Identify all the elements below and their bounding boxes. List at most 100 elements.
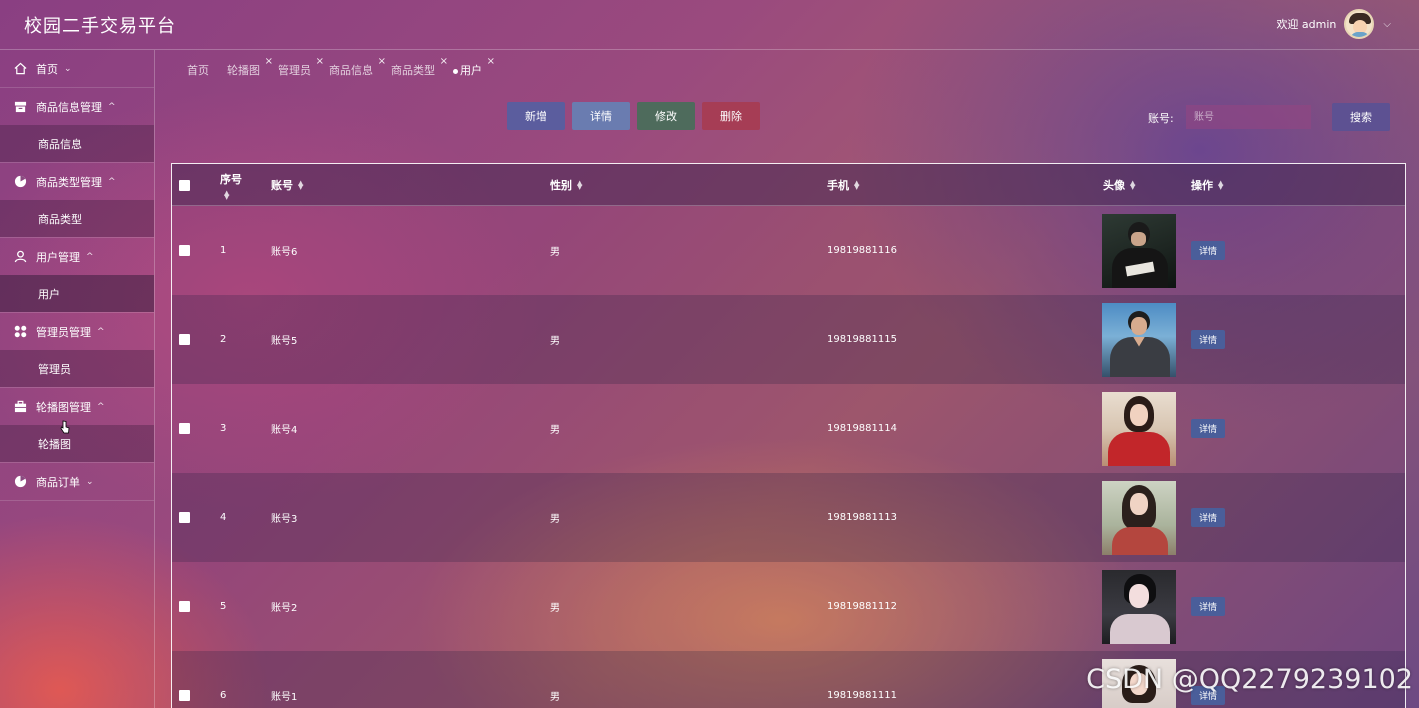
tab-admin[interactable]: 管理员 × [278, 56, 324, 78]
tab-home[interactable]: 首页 [187, 62, 209, 78]
sort-icon[interactable]: ▲ ▼ [1218, 180, 1223, 191]
column-header[interactable]: 账号 ▲ ▼ [271, 164, 303, 206]
user-avatar[interactable] [1344, 9, 1375, 39]
table-row[interactable]: 2 账号5 男 19819881115 详情 [172, 295, 1405, 384]
row-gender: 男 [550, 692, 560, 703]
row-checkbox[interactable] [179, 651, 190, 708]
menu-group-orders: 商品订单 ⌄ [0, 463, 154, 501]
row-checkbox[interactable] [179, 384, 190, 473]
sidebar-subitem-goods-type[interactable]: 商品类型 [0, 200, 154, 237]
sidebar-item-label: 首页 [36, 62, 58, 76]
row-phone: 19819881113 [827, 512, 897, 523]
row-checkbox[interactable] [179, 473, 190, 562]
menu-group-goods-type: 商品类型管理 ^ 商品类型 [0, 163, 154, 238]
user-menu[interactable]: 欢迎 admin ⌵ [1276, 9, 1391, 39]
add-button[interactable]: 新增 [507, 102, 565, 130]
row-account: 账号3 [271, 514, 298, 525]
close-icon[interactable]: × [316, 56, 324, 67]
row-checkbox[interactable] [179, 206, 190, 295]
sidebar-subitem-admin[interactable]: 管理员 [0, 350, 154, 387]
user-table: 序号 ▲ ▼ 账号 ▲ ▼ 性别 ▲ ▼ 手机 ▲ ▼ 头像 ▲ ▼ 操作 ▲ ▼ 1 账号6 男 1… [171, 163, 1406, 708]
table-row[interactable]: 1 账号6 男 19819881116 详情 [172, 206, 1405, 295]
pie-icon [14, 475, 27, 488]
chevron-up-icon: ^ [97, 326, 105, 337]
row-index: 1 [220, 245, 227, 256]
tab-carousel[interactable]: 轮播图 × [227, 56, 273, 78]
column-header[interactable]: 序号 ▲ ▼ [220, 164, 242, 206]
close-icon[interactable]: × [378, 56, 386, 67]
sidebar-item-goods-management[interactable]: 商品信息管理 ^ [0, 88, 154, 125]
column-header[interactable]: 性别 ▲ ▼ [550, 164, 582, 206]
chevron-down-icon[interactable]: ⌵ [1383, 19, 1391, 30]
sidebar-item-orders[interactable]: 商品订单 ⌄ [0, 463, 154, 500]
search-input[interactable] [1186, 105, 1311, 129]
row-detail-label: 详情 [1191, 508, 1226, 527]
row-detail-label: 详情 [1191, 419, 1226, 438]
row-detail-button[interactable]: 详情 [1191, 384, 1226, 473]
table-row[interactable]: 3 账号4 男 19819881114 详情 [172, 384, 1405, 473]
menu-group-admin: 管理员管理 ^ 管理员 [0, 313, 154, 388]
close-icon[interactable]: × [265, 56, 273, 67]
tab-goods[interactable]: 商品信息 × [329, 56, 386, 78]
home-icon [14, 62, 27, 75]
sort-icon[interactable]: ▲ ▼ [224, 190, 229, 201]
table-row[interactable]: 5 账号2 男 19819881112 详情 [172, 562, 1405, 651]
menu-group-carousel: 轮播图管理 ^ 轮播图 [0, 388, 154, 463]
row-detail-button[interactable]: 详情 [1191, 473, 1226, 562]
close-icon[interactable]: × [487, 56, 495, 67]
delete-button[interactable]: 删除 [702, 102, 760, 130]
row-detail-label: 详情 [1191, 330, 1226, 349]
edit-button[interactable]: 修改 [637, 102, 695, 130]
row-detail-button[interactable]: 详情 [1191, 295, 1226, 384]
row-account: 账号4 [271, 425, 298, 436]
tab-label: 管理员 [278, 64, 311, 77]
select-all-checkbox[interactable] [179, 164, 190, 206]
column-header[interactable]: 操作 ▲ ▼ [1191, 164, 1223, 206]
sort-icon[interactable]: ▲ ▼ [577, 180, 582, 191]
chevron-down-icon: ⌄ [86, 476, 94, 487]
sidebar-item-home[interactable]: 首页 ⌄ [0, 50, 154, 87]
detail-button[interactable]: 详情 [572, 102, 630, 130]
table-row[interactable]: 4 账号3 男 19819881113 详情 [172, 473, 1405, 562]
sidebar-item-user-management[interactable]: 用户管理 ^ [0, 238, 154, 275]
tab-label: 商品信息 [329, 64, 373, 77]
sidebar-item-goods-type-management[interactable]: 商品类型管理 ^ [0, 163, 154, 200]
column-header[interactable]: 手机 ▲ ▼ [827, 164, 859, 206]
row-checkbox[interactable] [179, 295, 190, 384]
sidebar-item-label: 轮播图管理 [36, 400, 91, 414]
sidebar-subitem-goods[interactable]: 商品信息 [0, 125, 154, 162]
tab-goods-type[interactable]: 商品类型 × [391, 56, 448, 78]
chevron-down-icon: ⌄ [64, 63, 72, 74]
tab-user[interactable]: 用户 × [453, 56, 495, 78]
row-checkbox[interactable] [179, 562, 190, 651]
grid-icon [14, 325, 27, 338]
chevron-up-icon: ^ [108, 176, 116, 187]
menu-group-user: 用户管理 ^ 用户 [0, 238, 154, 313]
sidebar-item-label: 商品订单 [36, 475, 80, 489]
column-label: 手机 [827, 179, 849, 192]
avatar-image [1102, 295, 1176, 384]
sort-icon[interactable]: ▲ ▼ [298, 180, 303, 191]
tab-label: 商品类型 [391, 64, 435, 77]
search-label: 账号: [1148, 112, 1174, 125]
chevron-up-icon: ^ [108, 101, 116, 112]
column-label: 序号 [220, 173, 242, 186]
sort-icon[interactable]: ▲ ▼ [1130, 180, 1135, 191]
welcome-text: 欢迎 admin [1276, 18, 1337, 31]
sidebar-subitem-carousel[interactable]: 轮播图 [0, 425, 154, 462]
sort-icon[interactable]: ▲ ▼ [854, 180, 859, 191]
row-gender: 男 [550, 247, 560, 258]
sidebar-item-carousel-management[interactable]: 轮播图管理 ^ [0, 388, 154, 425]
sidebar-item-admin-management[interactable]: 管理员管理 ^ [0, 313, 154, 350]
column-header[interactable]: 头像 ▲ ▼ [1103, 164, 1135, 206]
search-button[interactable]: 搜索 [1332, 103, 1390, 131]
row-phone: 19819881116 [827, 245, 897, 256]
close-icon[interactable]: × [440, 56, 448, 67]
avatar-image [1102, 562, 1176, 651]
column-label: 性别 [550, 179, 572, 192]
sidebar-subitem-user[interactable]: 用户 [0, 275, 154, 312]
top-header: 校园二手交易平台 欢迎 admin ⌵ [0, 0, 1419, 50]
row-detail-button[interactable]: 详情 [1191, 206, 1226, 295]
watermark-text: CSDN @QQ2279239102 [1086, 664, 1413, 695]
row-detail-button[interactable]: 详情 [1191, 562, 1226, 651]
